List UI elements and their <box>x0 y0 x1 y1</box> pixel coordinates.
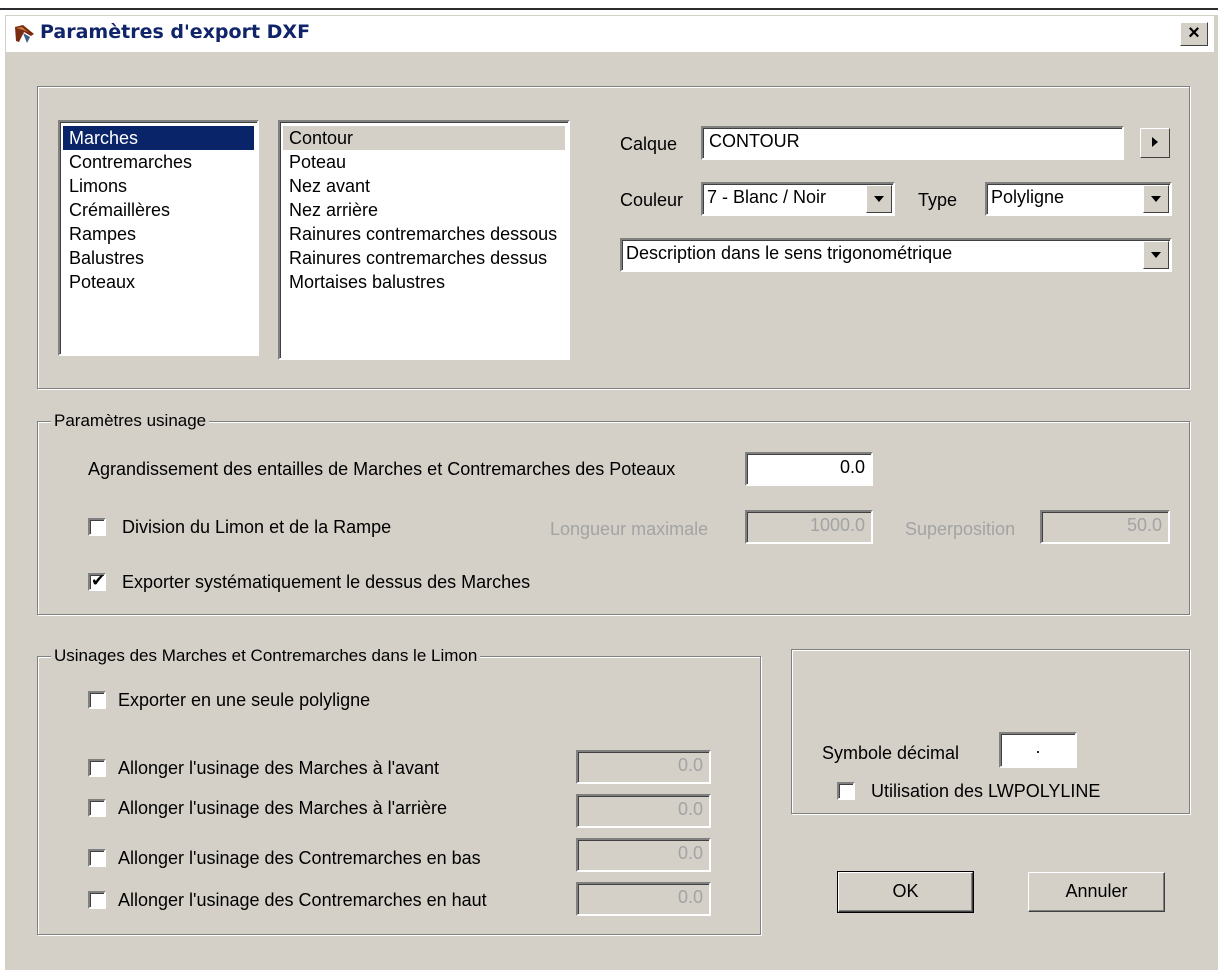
list-item[interactable]: Contour <box>283 126 565 150</box>
extend-front-label: Allonger l'usinage des Marches à l'avant <box>118 758 440 778</box>
elements-listbox[interactable]: Marches Contremarches Limons Crémaillère… <box>58 120 259 356</box>
color-label: Couleur <box>620 190 684 210</box>
machining-params-legend: Paramètres usinage <box>51 411 210 431</box>
decimal-input[interactable]: . <box>999 732 1077 768</box>
export-top-checkbox[interactable] <box>88 571 106 591</box>
list-item[interactable]: Balustres <box>63 246 254 270</box>
screen-edge-line <box>0 8 1218 10</box>
division-label: Division du Limon et de la Rampe <box>122 517 392 537</box>
list-item[interactable]: Rampes <box>63 222 254 246</box>
overlap-label: Superposition <box>905 519 1016 539</box>
extend-back-label: Allonger l'usinage des Marches à l'arriè… <box>118 798 448 818</box>
extend-back-checkbox[interactable] <box>88 799 106 817</box>
stringer-machining-legend: Usinages des Marches et Contremarches da… <box>51 646 481 666</box>
window-title: Paramètres d'export DXF <box>40 21 311 43</box>
extend-bottom-checkbox[interactable] <box>88 849 106 867</box>
list-item[interactable]: Marches <box>63 126 254 150</box>
list-item[interactable]: Contremarches <box>63 150 254 174</box>
extend-top-label: Allonger l'usinage des Contremarches en … <box>118 890 487 910</box>
single-polyline-checkbox[interactable] <box>88 691 106 709</box>
max-length-label: Longueur maximale <box>550 519 709 539</box>
layer-input[interactable]: CONTOUR <box>701 126 1124 160</box>
close-button[interactable]: × <box>1180 22 1208 46</box>
layer-menu-button[interactable] <box>1140 128 1170 158</box>
description-select[interactable]: Description dans le sens trigonométrique <box>620 238 1172 272</box>
type-select[interactable]: Polyligne <box>985 182 1172 216</box>
list-item[interactable]: Rainures contremarches dessous <box>283 222 565 246</box>
list-item[interactable]: Limons <box>63 174 254 198</box>
extend-back-input[interactable]: 0.0 <box>576 794 711 828</box>
division-checkbox[interactable] <box>88 518 106 536</box>
chevron-down-icon[interactable] <box>866 185 892 213</box>
chevron-down-icon[interactable] <box>1143 241 1169 269</box>
extend-front-input[interactable]: 0.0 <box>576 750 711 784</box>
ok-button[interactable]: OK <box>837 871 974 913</box>
extend-bottom-input[interactable]: 0.0 <box>576 838 711 872</box>
list-item[interactable]: Mortaises balustres <box>283 270 565 294</box>
list-item[interactable]: Poteaux <box>63 270 254 294</box>
type-select-value: Polyligne <box>991 187 1065 207</box>
list-item[interactable]: Nez arrière <box>283 198 565 222</box>
max-length-input[interactable]: 1000.0 <box>745 510 873 544</box>
color-select[interactable]: 7 - Blanc / Noir <box>701 182 895 216</box>
single-polyline-label: Exporter en une seule polyligne <box>118 690 371 710</box>
decimal-label: Symbole décimal <box>822 743 960 763</box>
extend-bottom-label: Allonger l'usinage des Contremarches en … <box>118 848 481 868</box>
extend-top-checkbox[interactable] <box>88 891 106 909</box>
chevron-down-icon[interactable] <box>1143 185 1169 213</box>
list-item[interactable]: Nez avant <box>283 174 565 198</box>
lwpolyline-checkbox[interactable] <box>837 782 855 800</box>
type-label: Type <box>918 190 958 210</box>
layer-label: Calque <box>620 134 678 154</box>
description-select-value: Description dans le sens trigonométrique <box>626 243 953 263</box>
extend-top-input[interactable]: 0.0 <box>576 882 711 916</box>
enlargement-label: Agrandissement des entailles de Marches … <box>88 459 676 479</box>
enlargement-input[interactable]: 0.0 <box>745 452 873 486</box>
lwpolyline-label: Utilisation des LWPOLYLINE <box>871 781 1101 801</box>
list-item[interactable]: Rainures contremarches dessus <box>283 246 565 270</box>
list-item[interactable]: Crémaillères <box>63 198 254 222</box>
cancel-button[interactable]: Annuler <box>1028 872 1165 912</box>
color-select-value: 7 - Blanc / Noir <box>707 187 827 207</box>
extend-front-checkbox[interactable] <box>88 759 106 777</box>
sub-elements-listbox[interactable]: Contour Poteau Nez avant Nez arrière Rai… <box>278 120 570 360</box>
list-item[interactable]: Poteau <box>283 150 565 174</box>
overlap-input[interactable]: 50.0 <box>1040 510 1170 544</box>
export-top-label: Exporter systématiquement le dessus des … <box>122 572 531 592</box>
app-icon <box>15 25 34 43</box>
